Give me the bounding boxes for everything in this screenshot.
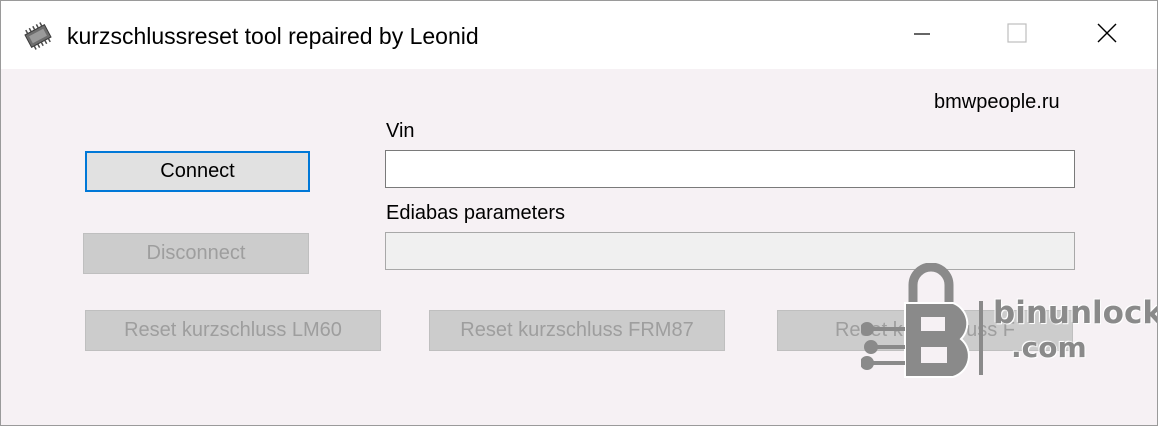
disconnect-button[interactable]: Disconnect (83, 233, 309, 274)
reset-kurzschluss-lm60-button[interactable]: Reset kurzschluss LM60 (85, 310, 381, 351)
minimize-icon (912, 23, 932, 48)
connect-button[interactable]: Connect (85, 151, 310, 192)
minimize-button[interactable] (877, 1, 967, 69)
close-button[interactable] (1062, 1, 1152, 69)
site-label: bmwpeople.ru (934, 91, 1060, 113)
ediabas-parameters-label: Ediabas parameters (386, 202, 565, 224)
maximize-icon (1006, 22, 1028, 49)
app-window: kurzschlussreset tool repaired by Leonid… (0, 0, 1158, 426)
vin-label: Vin (386, 120, 415, 142)
reset-kurzschluss-frm87-button[interactable]: Reset kurzschluss FRM87 (429, 310, 725, 351)
ediabas-parameters-input[interactable] (385, 232, 1075, 270)
title-bar[interactable]: kurzschlussreset tool repaired by Leonid (1, 1, 1157, 69)
reset-kurzschluss-third-button[interactable]: Reset kurzschluss F (777, 310, 1073, 351)
vin-input[interactable] (385, 150, 1075, 188)
window-title: kurzschlussreset tool repaired by Leonid (67, 23, 479, 49)
close-icon (1096, 22, 1118, 49)
circuit-chip-icon (21, 22, 55, 50)
maximize-button[interactable] (972, 1, 1062, 69)
